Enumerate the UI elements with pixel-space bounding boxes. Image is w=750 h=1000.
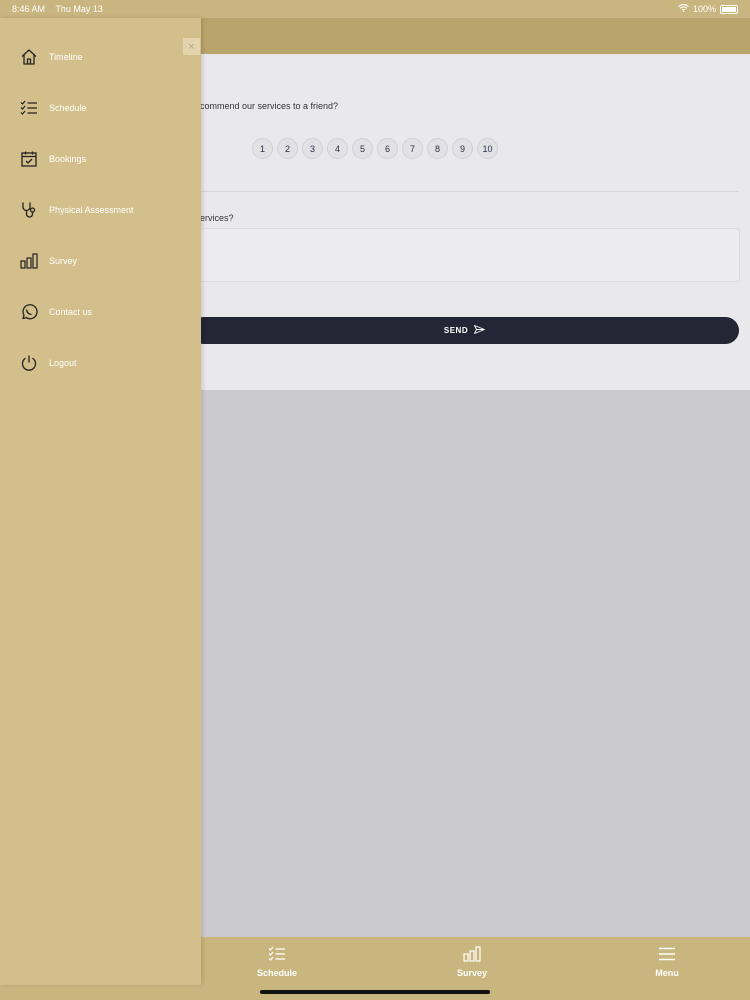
power-icon <box>18 352 40 374</box>
close-drawer-button[interactable]: × <box>183 38 200 55</box>
status-date: Thu May 13 <box>55 4 103 14</box>
side-drawer: × Timeline Schedule Bookings Physical As… <box>0 18 201 985</box>
nav-label: Schedule <box>256 968 297 978</box>
rating-scale: 1 2 3 4 5 6 7 8 9 10 <box>252 138 498 159</box>
drawer-item-survey[interactable]: Survey <box>18 249 77 273</box>
feedback-textarea[interactable] <box>200 228 740 282</box>
drawer-item-bookings[interactable]: Bookings <box>18 147 86 171</box>
drawer-item-label: Survey <box>49 256 78 266</box>
send-label: SEND <box>443 326 469 335</box>
drawer-item-label: Bookings <box>49 154 87 164</box>
divider <box>200 191 738 192</box>
nav-menu[interactable]: Menu <box>627 946 707 978</box>
drawer-item-logout[interactable]: Logout <box>18 351 77 375</box>
calendar-check-icon <box>18 148 40 170</box>
nav-schedule[interactable]: Schedule <box>237 946 317 978</box>
question-recommend: commend our services to a friend? <box>200 101 339 111</box>
drawer-item-label: Timeline <box>49 52 83 62</box>
whatsapp-icon <box>18 301 40 323</box>
checklist-icon <box>268 946 286 964</box>
rating-option[interactable]: 3 <box>302 138 323 159</box>
nav-survey[interactable]: Survey <box>432 946 512 978</box>
rating-option[interactable]: 1 <box>252 138 273 159</box>
rating-option[interactable]: 10 <box>477 138 498 159</box>
rating-option[interactable]: 5 <box>352 138 373 159</box>
drawer-item-contact-us[interactable]: Contact us <box>18 300 92 324</box>
drawer-item-schedule[interactable]: Schedule <box>18 96 87 120</box>
drawer-item-timeline[interactable]: Timeline <box>18 45 83 69</box>
hamburger-icon <box>658 946 676 964</box>
send-button[interactable]: SEND <box>190 317 739 344</box>
question-services: ervices? <box>200 213 234 223</box>
rating-option[interactable]: 8 <box>427 138 448 159</box>
battery-percent: 100% <box>692 4 716 14</box>
wifi-icon <box>678 3 689 14</box>
rating-option[interactable]: 4 <box>327 138 348 159</box>
drawer-item-label: Physical Assessment <box>49 205 134 215</box>
drawer-item-label: Schedule <box>49 103 87 113</box>
status-bar: 8:46 AM Thu May 13 100% <box>0 0 750 18</box>
nav-label: Survey <box>456 968 488 978</box>
checklist-icon <box>18 97 40 119</box>
home-icon <box>18 46 40 68</box>
rating-option[interactable]: 2 <box>277 138 298 159</box>
send-icon <box>474 325 486 336</box>
rating-option[interactable]: 6 <box>377 138 398 159</box>
stethoscope-icon <box>18 199 40 221</box>
drawer-item-physical-assessment[interactable]: Physical Assessment <box>18 198 134 222</box>
home-indicator <box>260 990 490 994</box>
bar-chart-icon <box>18 250 40 272</box>
rating-option[interactable]: 7 <box>402 138 423 159</box>
rating-option[interactable]: 9 <box>452 138 473 159</box>
status-time: 8:46 AM <box>12 4 46 14</box>
bar-chart-icon <box>463 946 481 964</box>
nav-label: Menu <box>655 968 679 978</box>
drawer-item-label: Contact us <box>49 307 93 317</box>
drawer-item-label: Logout <box>49 358 77 368</box>
battery-icon <box>720 4 738 14</box>
